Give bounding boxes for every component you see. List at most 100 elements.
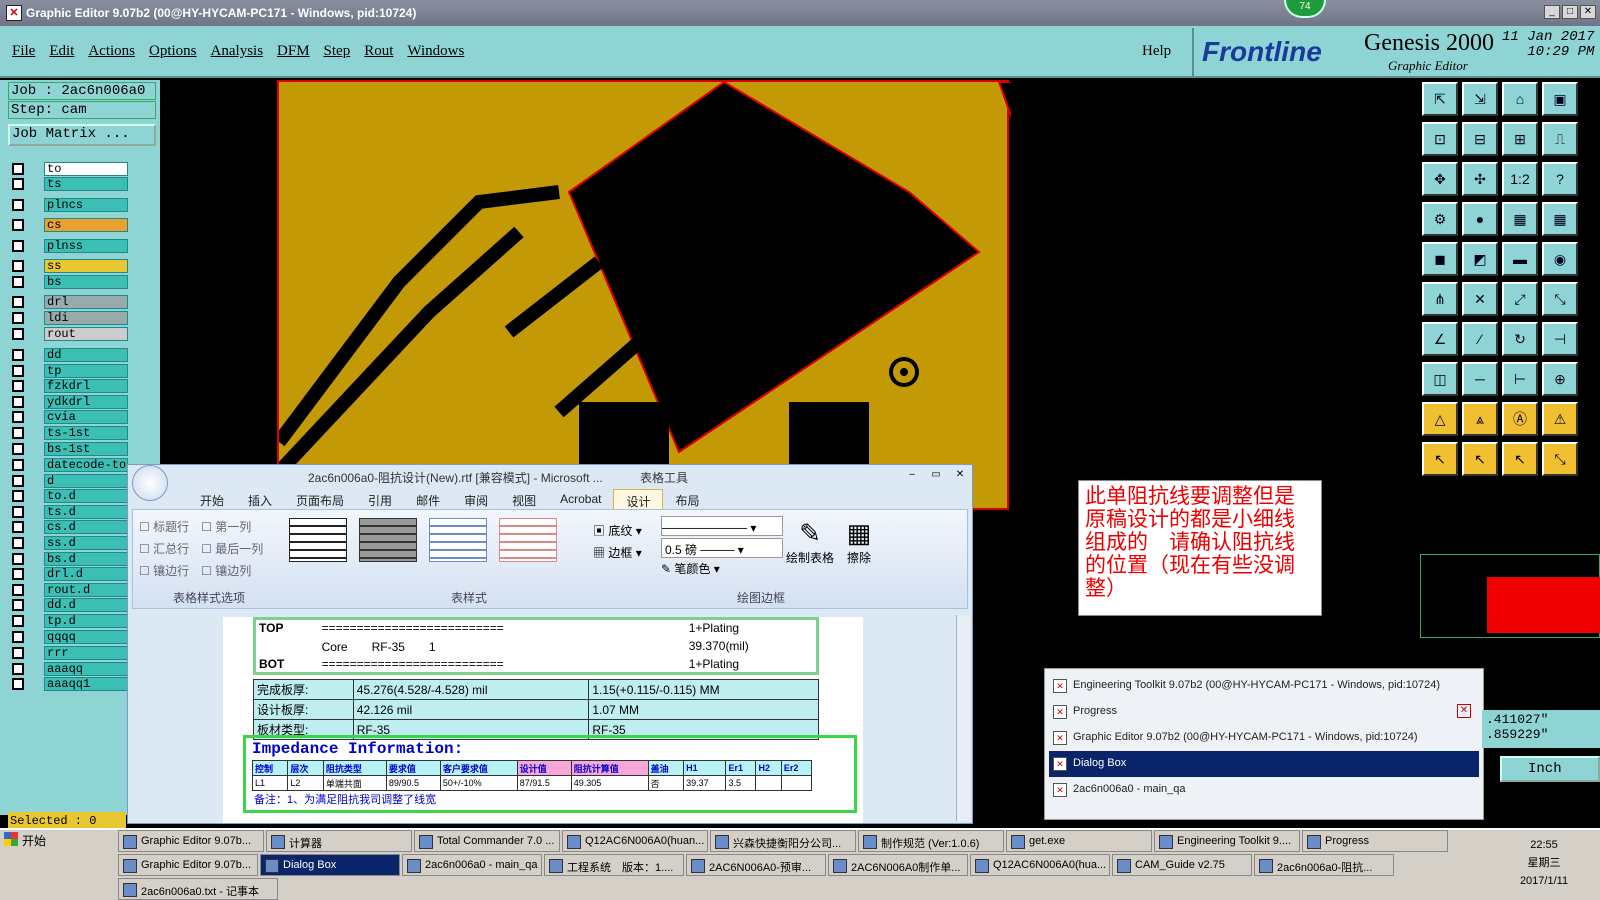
layer-checkbox[interactable] <box>12 553 24 565</box>
menu-options[interactable]: Options <box>149 43 197 60</box>
layer-checkbox[interactable] <box>12 537 24 549</box>
tool-18-icon[interactable]: ◩ <box>1462 242 1498 276</box>
layer-row-to.d[interactable]: to.d <box>10 489 128 503</box>
first-column-checkbox[interactable]: ☐ <box>201 520 215 534</box>
units-button[interactable]: Inch <box>1500 756 1600 782</box>
layer-row-ss[interactable]: ss <box>10 259 128 273</box>
banded-columns-checkbox[interactable]: ☐ <box>201 564 215 578</box>
tool-39-icon[interactable]: ↖ <box>1502 442 1538 476</box>
taskbar-item[interactable]: Engineering Toolkit 9.... <box>1154 830 1300 852</box>
tool-24-icon[interactable]: ⤡ <box>1542 282 1578 316</box>
pcb-graphic-area[interactable] <box>273 80 1110 510</box>
word-scrollbar[interactable] <box>956 615 970 821</box>
layer-row-ldi[interactable]: ldi <box>10 311 128 325</box>
tool-14-icon[interactable]: ● <box>1462 202 1498 236</box>
last-column-checkbox[interactable]: ☐ <box>201 542 215 556</box>
layer-checkbox[interactable] <box>12 490 24 502</box>
layer-row-rrr[interactable]: rrr <box>10 646 128 660</box>
eraser-button[interactable]: ▦ 擦除 <box>839 518 879 566</box>
tool-37-icon[interactable]: ↖ <box>1422 442 1458 476</box>
layer-checkbox[interactable] <box>12 427 24 439</box>
taskbar-item[interactable]: get.exe <box>1006 830 1152 852</box>
taskbar-item[interactable]: 制作规范 (Ver:1.0.6) <box>858 830 1004 852</box>
tool-26-icon[interactable]: ∕ <box>1462 322 1498 356</box>
progress-close-icon[interactable]: ✕ <box>1457 704 1471 718</box>
switch-main-qa[interactable]: ✕ 2ac6n006a0 - main_qa <box>1049 777 1479 803</box>
layer-row-drl[interactable]: drl <box>10 295 128 309</box>
menu-step[interactable]: Step <box>324 43 351 60</box>
taskbar-item[interactable]: Graphic Editor 9.07b... <box>118 854 258 876</box>
tool-28-icon[interactable]: ⊣ <box>1542 322 1578 356</box>
layer-row-bs.d[interactable]: bs.d <box>10 552 128 566</box>
tool-12-icon[interactable]: ? <box>1542 162 1578 196</box>
system-clock[interactable]: 22:55 星期三 2017/1/11 <box>1488 836 1600 896</box>
menu-rout[interactable]: Rout <box>364 43 393 60</box>
layer-checkbox[interactable] <box>12 475 24 487</box>
table-style-1[interactable] <box>289 518 347 562</box>
taskbar-item[interactable]: 2ac6n006a0 - main_qa <box>402 854 542 876</box>
layer-row-aaaqq[interactable]: aaaqq <box>10 662 128 676</box>
tool-23-icon[interactable]: ⤢ <box>1502 282 1538 316</box>
switch-graphic-editor[interactable]: ✕ Graphic Editor 9.07b2 (00@HY-HYCAM-PC17… <box>1049 725 1479 751</box>
tool-21-icon[interactable]: ⋔ <box>1422 282 1458 316</box>
tool-1-icon[interactable]: ⇱ <box>1422 82 1458 116</box>
total-row-checkbox[interactable]: ☐ <box>139 542 153 556</box>
job-matrix-button[interactable]: Job Matrix ... <box>8 124 156 146</box>
taskbar-item[interactable]: Q12AC6N006A0(hua... <box>970 854 1110 876</box>
tool-15-icon[interactable]: ▦ <box>1502 202 1538 236</box>
layer-row-ydkdrl[interactable]: ydkdrl <box>10 395 128 409</box>
taskbar-item[interactable]: CAM_Guide v2.75 <box>1112 854 1252 876</box>
layer-checkbox[interactable] <box>12 411 24 423</box>
tool-30-icon[interactable]: ─ <box>1462 362 1498 396</box>
close-button[interactable]: ✕ <box>1580 5 1596 19</box>
tool-4-icon[interactable]: ▣ <box>1542 82 1578 116</box>
layer-checkbox[interactable] <box>12 443 24 455</box>
layer-row-plncs[interactable]: plncs <box>10 198 128 212</box>
banded-rows-checkbox[interactable]: ☐ <box>139 564 153 578</box>
layer-checkbox[interactable] <box>12 584 24 596</box>
tool-7-icon[interactable]: ⊞ <box>1502 122 1538 156</box>
layer-row-cs.d[interactable]: cs.d <box>10 520 128 534</box>
tool-29-icon[interactable]: ◫ <box>1422 362 1458 396</box>
tool-40-icon[interactable]: ⤡ <box>1542 442 1578 476</box>
switch-dialog-box[interactable]: ✕ Dialog Box <box>1049 751 1479 777</box>
menu-help[interactable]: Help <box>1142 43 1171 60</box>
layer-row-bs-1st[interactable]: bs-1st <box>10 442 128 456</box>
layer-row-to[interactable]: to <box>10 162 128 176</box>
taskbar-item[interactable]: Progress <box>1302 830 1448 852</box>
tool-32-icon[interactable]: ⊕ <box>1542 362 1578 396</box>
header-row-checkbox[interactable]: ☐ <box>139 520 153 534</box>
layer-checkbox[interactable] <box>12 260 24 272</box>
layer-row-dd.d[interactable]: dd.d <box>10 598 128 612</box>
taskbar-item[interactable]: 2AC6N006A0-预审... <box>686 854 826 876</box>
switch-progress[interactable]: ✕ Progress ✕ <box>1049 699 1479 725</box>
layer-checkbox[interactable] <box>12 678 24 690</box>
layer-checkbox[interactable] <box>12 663 24 675</box>
pen-color-button[interactable]: ✎ 笔颜色 ▾ <box>661 558 783 580</box>
pen-weight-select[interactable]: 0.5 磅 ──── ▾ <box>661 538 783 558</box>
taskbar-item[interactable]: 2ac6n006a0-阻抗... <box>1254 854 1394 876</box>
layer-row-tp[interactable]: tp <box>10 364 128 378</box>
layer-row-rout.d[interactable]: rout.d <box>10 583 128 597</box>
taskbar-item[interactable]: 2ac6n006a0.txt - 记事本 <box>118 878 278 900</box>
tool-13-icon[interactable]: ⚙ <box>1422 202 1458 236</box>
layer-checkbox[interactable] <box>12 328 24 340</box>
layer-row-fzkdrl[interactable]: fzkdrl <box>10 379 128 393</box>
taskbar-item[interactable]: 工程系统 版本：1.... <box>544 854 684 876</box>
tool-19-icon[interactable]: ▬ <box>1502 242 1538 276</box>
tool-20-icon[interactable]: ◉ <box>1542 242 1578 276</box>
tool-22-icon[interactable]: ✕ <box>1462 282 1498 316</box>
minimize-button[interactable]: _ <box>1544 5 1560 19</box>
layer-row-cvia[interactable]: cvia <box>10 410 128 424</box>
layer-row-tp.d[interactable]: tp.d <box>10 614 128 628</box>
tool-6-icon[interactable]: ⊟ <box>1462 122 1498 156</box>
layer-row-d[interactable]: d <box>10 474 128 488</box>
office-button[interactable] <box>132 465 168 501</box>
tool-38-icon[interactable]: ↖ <box>1462 442 1498 476</box>
word-minimize-button[interactable]: – <box>904 469 920 483</box>
tool-3-icon[interactable]: ⌂ <box>1502 82 1538 116</box>
layer-row-plnss[interactable]: plnss <box>10 239 128 253</box>
layer-row-datecode-to[interactable]: datecode-to <box>10 458 128 472</box>
layer-row-qqqq[interactable]: qqqq <box>10 630 128 644</box>
tool-11-icon[interactable]: 1:2 <box>1502 162 1538 196</box>
